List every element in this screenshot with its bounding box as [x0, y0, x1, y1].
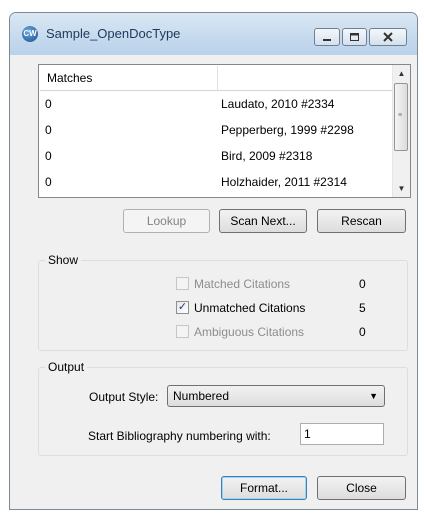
matched-citations-checkbox[interactable] [176, 277, 189, 290]
row-count: 0 [45, 149, 52, 163]
row-count: 0 [45, 123, 52, 137]
list-row[interactable]: 0 Bird, 2009 #2318 [40, 143, 393, 169]
close-button[interactable]: Close [317, 476, 406, 500]
matches-list[interactable]: Matches 0 Laudato, 2010 #2334 0 Pepperbe… [38, 64, 411, 198]
scan-next-button[interactable]: Scan Next... [219, 209, 307, 233]
ambiguous-citations-checkbox[interactable] [176, 325, 189, 338]
unmatched-citations-count: 5 [359, 301, 366, 315]
rescan-button[interactable]: Rescan [317, 209, 406, 233]
dialog-window: CW Sample_OpenDocType Matches 0 Laudato,… [9, 12, 418, 510]
output-group-title: Output [45, 360, 88, 374]
output-group: Output Output Style: Numbered ▼ Start Bi… [38, 360, 408, 456]
output-style-label: Output Style: [89, 390, 159, 404]
matches-column-header[interactable]: Matches [40, 66, 218, 90]
list-header: Matches [40, 66, 393, 91]
list-row[interactable]: 0 Pepperberg, 1999 #2298 [40, 117, 393, 143]
list-row[interactable]: 0 Laudato, 2010 #2334 [40, 91, 393, 117]
list-row[interactable]: 0 Holzhaider, 2011 #2314 [40, 169, 393, 195]
minimize-icon [323, 39, 331, 41]
row-count: 0 [45, 175, 52, 189]
dialog-body: Matches 0 Laudato, 2010 #2334 0 Pepperbe… [18, 55, 411, 503]
format-button[interactable]: Format... [221, 476, 307, 500]
ambiguous-citations-count: 0 [359, 325, 366, 339]
output-style-value: Numbered [173, 389, 230, 403]
title-bar[interactable]: CW Sample_OpenDocType [10, 13, 417, 55]
list-scrollbar[interactable]: ▲ ≡ ▼ [392, 65, 410, 197]
close-window-button[interactable] [369, 28, 407, 46]
ambiguous-citations-label: Ambiguous Citations [194, 325, 305, 339]
checkmark-icon: ✓ [177, 301, 188, 313]
scroll-thumb[interactable]: ≡ [394, 83, 408, 151]
window-title: Sample_OpenDocType [46, 26, 181, 41]
output-style-select[interactable]: Numbered ▼ [167, 385, 385, 407]
scroll-up-icon[interactable]: ▲ [393, 65, 410, 82]
close-icon [383, 32, 393, 42]
numbering-label: Start Bibliography numbering with: [88, 429, 271, 443]
lookup-button[interactable]: Lookup [123, 209, 210, 233]
numbering-start-input[interactable]: 1 [300, 423, 384, 445]
grip-icon: ≡ [398, 112, 403, 119]
dropdown-arrow-icon: ▼ [369, 391, 378, 401]
scroll-down-icon[interactable]: ▼ [393, 180, 410, 197]
show-group-title: Show [45, 253, 82, 267]
row-citation: Laudato, 2010 #2334 [221, 97, 335, 111]
unmatched-citations-checkbox[interactable]: ✓ [176, 301, 189, 314]
row-citation: Pepperberg, 1999 #2298 [221, 123, 354, 137]
maximize-icon [350, 33, 359, 41]
row-citation: Bird, 2009 #2318 [221, 149, 313, 163]
matched-citations-count: 0 [359, 277, 366, 291]
row-count: 0 [45, 97, 52, 111]
app-logo-icon: CW [22, 26, 38, 42]
unmatched-citations-label: Unmatched Citations [194, 301, 306, 315]
minimize-button[interactable] [314, 28, 340, 46]
row-citation: Holzhaider, 2011 #2314 [221, 175, 347, 189]
show-group: Show Matched Citations 0 ✓ Unmatched Cit… [38, 253, 408, 351]
maximize-button[interactable] [342, 28, 367, 46]
matched-citations-label: Matched Citations [194, 277, 291, 291]
